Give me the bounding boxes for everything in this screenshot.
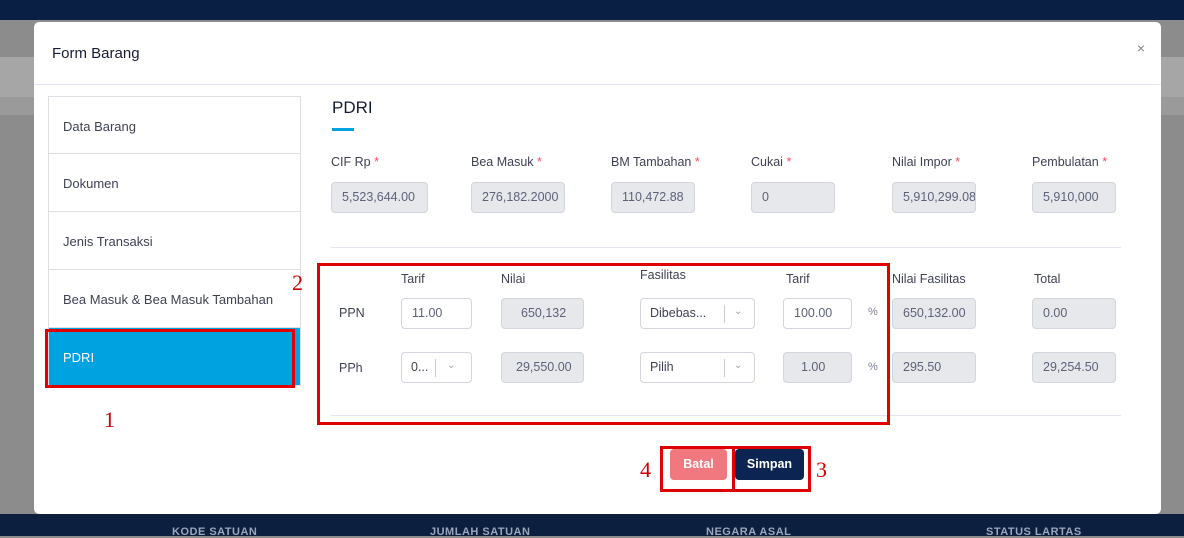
pph-nilai-fasilitas-field[interactable]: 295.50 xyxy=(892,352,976,383)
divider-top xyxy=(331,247,1121,248)
annotation-box-2 xyxy=(317,263,890,425)
section-title: PDRI xyxy=(332,98,373,117)
footer-col-status-lartas: STATUS LARTAS xyxy=(986,526,1082,538)
pembulatan-field[interactable]: 5,910,000 xyxy=(1032,182,1116,213)
cif-label: CIF Rp * xyxy=(331,155,379,169)
cukai-field[interactable]: 0 xyxy=(751,182,835,213)
nav-item-label: Data Barang xyxy=(63,119,136,134)
bm-tambahan-label: BM Tambahan * xyxy=(611,155,700,169)
background-table-header: KODE SATUAN JUMLAH SATUAN NEGARA ASAL ST… xyxy=(0,514,1184,538)
annotation-number-2: 2 xyxy=(292,270,303,295)
cif-field[interactable]: 5,523,644.00 xyxy=(331,182,428,213)
footer-col-jumlah-satuan: JUMLAH SATUAN xyxy=(430,526,531,538)
footer-col-negara-asal: NEGARA ASAL xyxy=(706,526,792,538)
nilai-impor-label: Nilai Impor * xyxy=(892,155,961,169)
annotation-number-1: 1 xyxy=(104,407,115,432)
annotation-box-3 xyxy=(732,446,811,492)
nav-item-label: Dokumen xyxy=(63,176,119,191)
section-title-underline xyxy=(332,128,354,131)
nav-item-label: Bea Masuk & Bea Masuk Tambahan xyxy=(63,292,274,307)
pph-total-field[interactable]: 29,254.50 xyxy=(1032,352,1116,383)
bm-tambahan-field[interactable]: 110,472.88 xyxy=(611,182,695,213)
nav-item-bea-masuk[interactable]: Bea Masuk & Bea Masuk Tambahan xyxy=(48,270,301,328)
bea-masuk-field[interactable]: 276,182.2000 xyxy=(471,182,565,213)
close-icon[interactable]: × xyxy=(1137,40,1145,56)
nilai-impor-field[interactable]: 5,910,299.0800 xyxy=(892,182,976,213)
background-top-bar xyxy=(0,0,1184,20)
nav-item-dokumen[interactable]: Dokumen xyxy=(48,154,301,212)
annotation-number-4: 4 xyxy=(640,457,651,482)
header-total: Total xyxy=(1034,272,1061,286)
annotation-box-4 xyxy=(660,446,735,492)
modal-header: Form Barang × xyxy=(34,22,1161,85)
nav-item-data-barang[interactable]: Data Barang xyxy=(48,96,301,154)
bea-masuk-label: Bea Masuk * xyxy=(471,155,542,169)
nav-item-jenis-transaksi[interactable]: Jenis Transaksi xyxy=(48,212,301,270)
modal-title: Form Barang xyxy=(52,45,140,62)
nav-item-label: Jenis Transaksi xyxy=(63,234,153,249)
ppn-total-field[interactable]: 0.00 xyxy=(1032,298,1116,329)
pembulatan-label: Pembulatan * xyxy=(1032,155,1108,169)
annotation-number-3: 3 xyxy=(816,457,827,482)
footer-col-kode-satuan: KODE SATUAN xyxy=(172,526,258,538)
cukai-label: Cukai * xyxy=(751,155,792,169)
annotation-box-1 xyxy=(45,329,295,388)
ppn-nilai-fasilitas-field[interactable]: 650,132.00 xyxy=(892,298,976,329)
header-nilai-fasilitas: Nilai Fasilitas xyxy=(892,272,966,286)
